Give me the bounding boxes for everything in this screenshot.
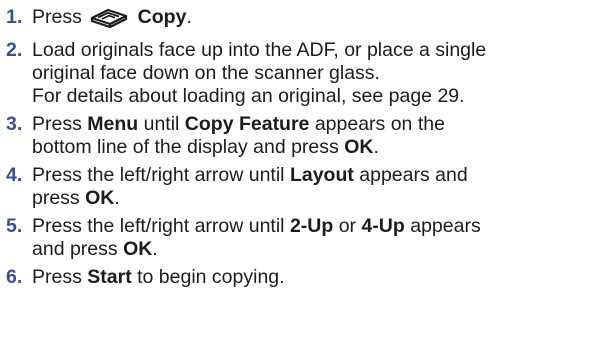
step-line: Press the left/right arrow until Layout … [32, 164, 611, 187]
step-text: Load originals face up into the ADF, or … [32, 39, 611, 108]
text-run: . [186, 6, 192, 28]
text-run: to begin copying. [131, 266, 285, 288]
step-text: Press Copy. [32, 6, 611, 34]
step-line: original face down on the scanner glass. [32, 62, 611, 85]
text-run: or [333, 215, 362, 237]
step-item: 1. Press Copy. [6, 6, 611, 34]
text-run: and press [32, 238, 124, 260]
text-run: . [114, 187, 120, 209]
step-number: 2. [6, 39, 23, 61]
step-text: Press Menu until Copy Feature appears on… [32, 113, 611, 159]
instruction-steps: 1. Press Copy. 2. Load originals face up in… [0, 0, 611, 289]
step-number: 6. [6, 266, 23, 288]
step-line: Load originals face up into the ADF, or … [32, 39, 611, 62]
key-term: Copy [132, 6, 187, 28]
text-run: Press the left/right arrow until [32, 215, 290, 237]
step-line: press OK. [32, 187, 611, 210]
text-run: Press [32, 266, 88, 288]
step-text: Press the left/right arrow until 2-Up or… [32, 215, 611, 261]
key-term: Copy Feature [184, 113, 310, 135]
text-run: appears on the [309, 113, 445, 135]
copy-button-icon [89, 6, 129, 34]
text-run: original face down on the scanner glass. [32, 62, 380, 84]
step-number: 5. [6, 215, 23, 237]
key-term: 2-Up [289, 215, 334, 237]
text-run: appears [404, 215, 481, 237]
step-line: For details about loading an original, s… [32, 85, 611, 108]
step-number: 3. [6, 113, 23, 135]
key-term: OK [123, 238, 153, 260]
key-term: Start [87, 266, 132, 288]
key-term: OK [344, 136, 374, 158]
text-run: Press [32, 6, 88, 28]
step-line: Press Menu until Copy Feature appears on… [32, 113, 611, 136]
text-run: appears and [353, 164, 468, 186]
text-run: . [152, 238, 158, 260]
step-line: Press the left/right arrow until 2-Up or… [32, 215, 611, 238]
step-line: bottom line of the display and press OK. [32, 136, 611, 159]
text-run: until [138, 113, 185, 135]
step-line: and press OK. [32, 238, 611, 261]
key-term: OK [85, 187, 115, 209]
text-run: press [32, 187, 86, 209]
text-run: . [373, 136, 379, 158]
key-term: Layout [289, 164, 354, 186]
key-term: 4-Up [361, 215, 405, 237]
step-item: 6. Press Start to begin copying. [6, 266, 611, 289]
step-line: Press Copy. [32, 6, 611, 34]
step-line: Press Start to begin copying. [32, 266, 611, 289]
text-run: Press [32, 113, 88, 135]
step-item: 4. Press the left/right arrow until Layou… [6, 164, 611, 210]
step-number: 4. [6, 164, 23, 186]
text-run: Load originals face up into the ADF, or … [32, 39, 487, 61]
text-run: bottom line of the display and press [32, 136, 345, 158]
text-run: Press the left/right arrow until [32, 164, 290, 186]
step-item: 3. Press Menu until Copy Feature appears … [6, 113, 611, 159]
step-item: 2. Load originals face up into the ADF, o… [6, 39, 611, 108]
text-run: For details about loading an original, s… [32, 85, 465, 107]
key-term: Menu [87, 113, 139, 135]
step-item: 5. Press the left/right arrow until 2-Up … [6, 215, 611, 261]
step-number: 1. [6, 6, 23, 28]
step-text: Press the left/right arrow until Layout … [32, 164, 611, 210]
step-text: Press Start to begin copying. [32, 266, 611, 289]
